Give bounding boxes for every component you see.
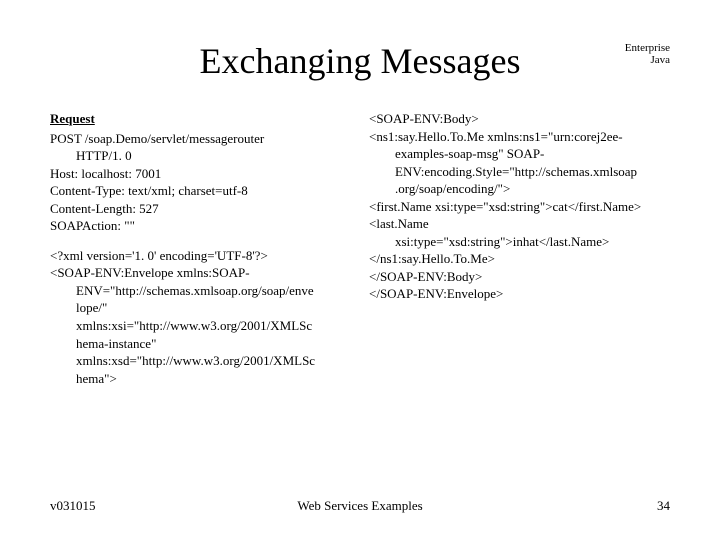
slide: Exchanging Messages Enterprise Java Requ… bbox=[0, 0, 720, 540]
xml-line: <SOAP-ENV:Envelope xmlns:SOAP- bbox=[50, 264, 351, 282]
xml-line: <?xml version='1. 0' encoding='UTF-8'?> bbox=[50, 247, 351, 265]
xml-line-indent: ENV="http://schemas.xmlsoap.org/soap/env… bbox=[50, 282, 351, 300]
request-heading: Request bbox=[50, 110, 351, 128]
xml-line: <SOAP-ENV:Body> bbox=[369, 110, 670, 128]
right-column: <SOAP-ENV:Body> <ns1:say.Hello.To.Me xml… bbox=[369, 110, 670, 399]
xml-line: </ns1:say.Hello.To.Me> bbox=[369, 250, 670, 268]
xml-line-indent: hema-instance" bbox=[50, 335, 351, 353]
xml-line-indent: hema"> bbox=[50, 370, 351, 388]
xml-line-indent: xsi:type="xsd:string">inhat</last.Name> bbox=[369, 233, 670, 251]
xml-line-indent: lope/" bbox=[50, 299, 351, 317]
xml-block: <?xml version='1. 0' encoding='UTF-8'?> … bbox=[50, 247, 351, 387]
footer-title: Web Services Examples bbox=[297, 498, 422, 514]
xml-line: </SOAP-ENV:Envelope> bbox=[369, 285, 670, 303]
xml-line-indent: examples-soap-msg" SOAP- bbox=[369, 145, 670, 163]
page-title: Exchanging Messages bbox=[50, 40, 670, 82]
xml-line-indent: xmlns:xsd="http://www.w3.org/2001/XMLSc bbox=[50, 352, 351, 370]
xml-line: <ns1:say.Hello.To.Me xmlns:ns1="urn:core… bbox=[369, 128, 670, 146]
xml-line: <first.Name xsi:type="xsd:string">cat</f… bbox=[369, 198, 670, 216]
xml-line-indent: .org/soap/encoding/"> bbox=[369, 180, 670, 198]
http-line: Host: localhost: 7001 bbox=[50, 165, 351, 183]
page-number: 34 bbox=[657, 498, 670, 514]
xml-line: <last.Name bbox=[369, 215, 670, 233]
xml-line: </SOAP-ENV:Body> bbox=[369, 268, 670, 286]
http-line-indent: HTTP/1. 0 bbox=[50, 147, 351, 165]
xml-line-indent: ENV:encoding.Style="http://schemas.xmlso… bbox=[369, 163, 670, 181]
footer: v031015 Web Services Examples 34 bbox=[50, 498, 670, 514]
http-line: Content-Length: 527 bbox=[50, 200, 351, 218]
content-columns: Request POST /soap.Demo/servlet/messager… bbox=[50, 110, 670, 399]
left-column: Request POST /soap.Demo/servlet/messager… bbox=[50, 110, 351, 399]
header-row: Exchanging Messages Enterprise Java bbox=[50, 40, 670, 82]
footer-version: v031015 bbox=[50, 498, 96, 514]
xml-line-indent: xmlns:xsi="http://www.w3.org/2001/XMLSc bbox=[50, 317, 351, 335]
corner-label-text: Enterprise Java bbox=[625, 42, 670, 66]
http-line: POST /soap.Demo/servlet/messagerouter bbox=[50, 130, 351, 148]
corner-label: Enterprise Java bbox=[625, 42, 670, 66]
http-block: POST /soap.Demo/servlet/messagerouter HT… bbox=[50, 130, 351, 235]
http-line: SOAPAction: "" bbox=[50, 217, 351, 235]
http-line: Content-Type: text/xml; charset=utf-8 bbox=[50, 182, 351, 200]
